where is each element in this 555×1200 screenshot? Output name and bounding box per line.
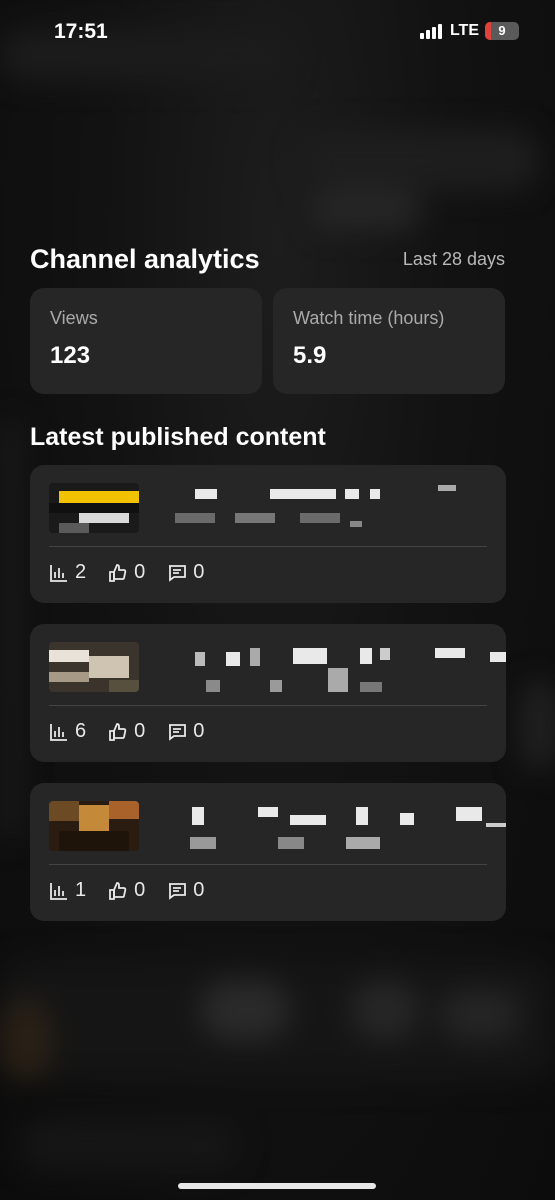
views-metric: 6 xyxy=(49,720,86,743)
comment-icon xyxy=(169,882,187,900)
video-title-redacted xyxy=(160,642,506,694)
content-card[interactable]: 2 0 0 xyxy=(30,465,506,603)
comment-icon xyxy=(169,723,187,741)
likes-count: 0 xyxy=(134,879,146,901)
thumbs-up-icon xyxy=(109,563,127,582)
battery-level: 9 xyxy=(498,23,506,38)
video-title-redacted xyxy=(160,801,506,853)
card-metrics: 1 0 0 xyxy=(49,879,204,902)
card-metrics: 2 0 0 xyxy=(49,561,204,584)
card-divider xyxy=(49,864,487,865)
bar-chart-icon xyxy=(50,882,67,900)
stat-label: Watch time (hours) xyxy=(293,308,445,328)
likes-count: 0 xyxy=(134,561,146,583)
views-metric: 1 xyxy=(49,879,86,902)
content-card[interactable]: 1 0 0 xyxy=(30,783,506,921)
latest-title: Latest published content xyxy=(30,423,326,451)
comment-icon xyxy=(169,564,187,582)
views-count: 6 xyxy=(75,720,87,742)
card-divider xyxy=(49,705,487,706)
thumbs-up-icon xyxy=(109,722,127,741)
likes-metric: 0 xyxy=(108,561,145,584)
video-thumbnail xyxy=(49,483,139,533)
views-metric: 2 xyxy=(49,561,86,584)
home-indicator[interactable] xyxy=(178,1183,376,1189)
stat-card-watch-time[interactable]: Watch time (hours) 5.9 xyxy=(273,288,505,394)
screen: 17:51 LTE 9 Channel analytics Last 28 da… xyxy=(0,0,555,1200)
analytics-period[interactable]: Last 28 days xyxy=(403,249,505,270)
card-divider xyxy=(49,546,487,547)
card-metrics: 6 0 0 xyxy=(49,720,204,743)
status-bar: 17:51 LTE 9 xyxy=(0,0,555,62)
comments-count: 0 xyxy=(193,720,205,742)
stat-label: Views xyxy=(50,308,98,328)
views-count: 1 xyxy=(75,879,87,901)
video-thumbnail xyxy=(49,801,139,851)
comments-count: 0 xyxy=(193,879,205,901)
video-thumbnail xyxy=(49,642,139,692)
likes-metric: 0 xyxy=(108,879,145,902)
status-icons: LTE 9 xyxy=(419,22,519,40)
comments-metric: 0 xyxy=(167,561,204,584)
stat-value: 5.9 xyxy=(293,342,327,369)
video-title-redacted xyxy=(160,483,490,535)
status-time: 17:51 xyxy=(54,20,108,43)
battery-icon: 9 xyxy=(485,22,519,40)
views-count: 2 xyxy=(75,561,87,583)
likes-metric: 0 xyxy=(108,720,145,743)
thumbs-up-icon xyxy=(109,881,127,900)
network-type: LTE xyxy=(449,22,479,39)
comments-metric: 0 xyxy=(167,720,204,743)
bar-chart-icon xyxy=(50,723,67,741)
content-card[interactable]: 6 0 0 xyxy=(30,624,506,762)
likes-count: 0 xyxy=(134,720,146,742)
comments-metric: 0 xyxy=(167,879,204,902)
bar-chart-icon xyxy=(50,564,67,582)
comments-count: 0 xyxy=(193,561,205,583)
analytics-title: Channel analytics xyxy=(30,244,260,274)
stat-card-views[interactable]: Views 123 xyxy=(30,288,262,394)
signal-icon xyxy=(419,23,442,39)
stat-value: 123 xyxy=(50,342,91,369)
